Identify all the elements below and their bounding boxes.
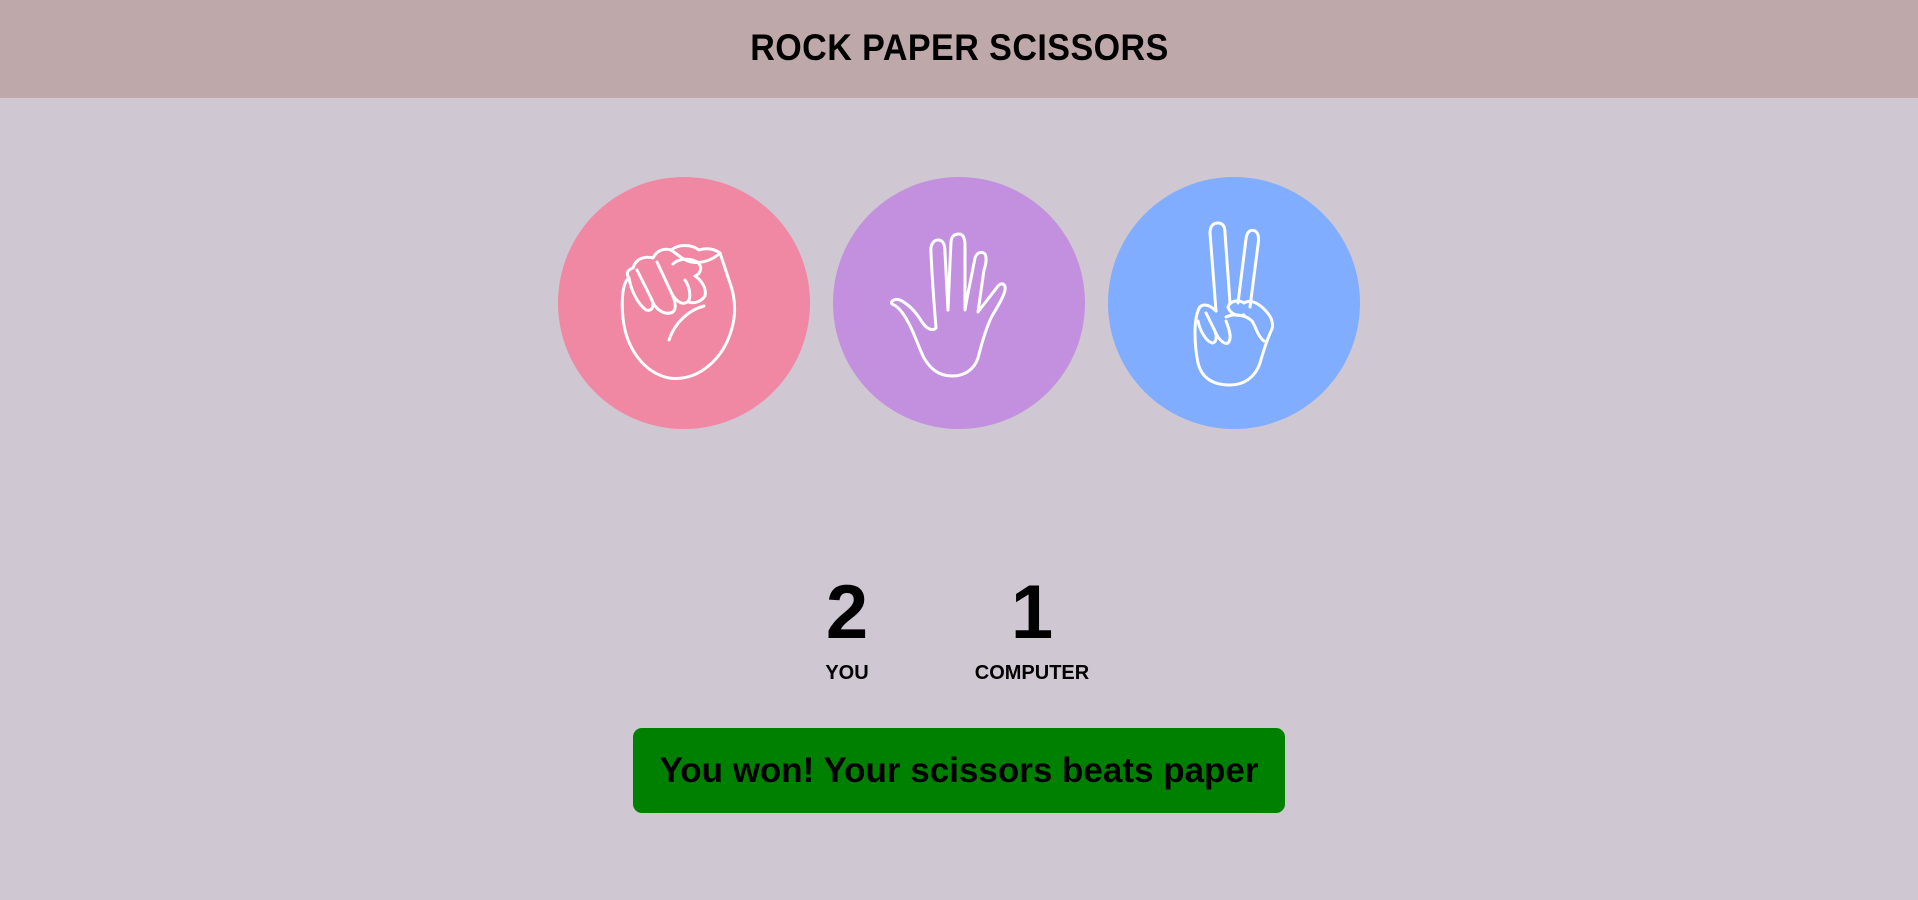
result-banner: You won! Your scissors beats paper (633, 728, 1285, 813)
computer-score: 1 COMPUTER (952, 575, 1112, 685)
fist-icon (620, 244, 737, 380)
player-score-value: 2 (825, 570, 869, 655)
rock-button[interactable] (558, 177, 810, 429)
open-hand-icon (890, 232, 1007, 378)
computer-score-value: 1 (1010, 570, 1054, 655)
result-message: You won! Your scissors beats paper (659, 750, 1259, 790)
peace-sign-hand-icon (1193, 221, 1274, 387)
header-bar: ROCK PAPER SCISSORS (0, 0, 1918, 98)
page-title: ROCK PAPER SCISSORS (749, 27, 1169, 68)
computer-score-label: COMPUTER (974, 662, 1090, 684)
paper-button[interactable] (833, 177, 1085, 429)
scissors-button[interactable] (1108, 177, 1360, 429)
player-score: 2 YOU (797, 575, 897, 685)
player-score-label: YOU (825, 662, 869, 684)
